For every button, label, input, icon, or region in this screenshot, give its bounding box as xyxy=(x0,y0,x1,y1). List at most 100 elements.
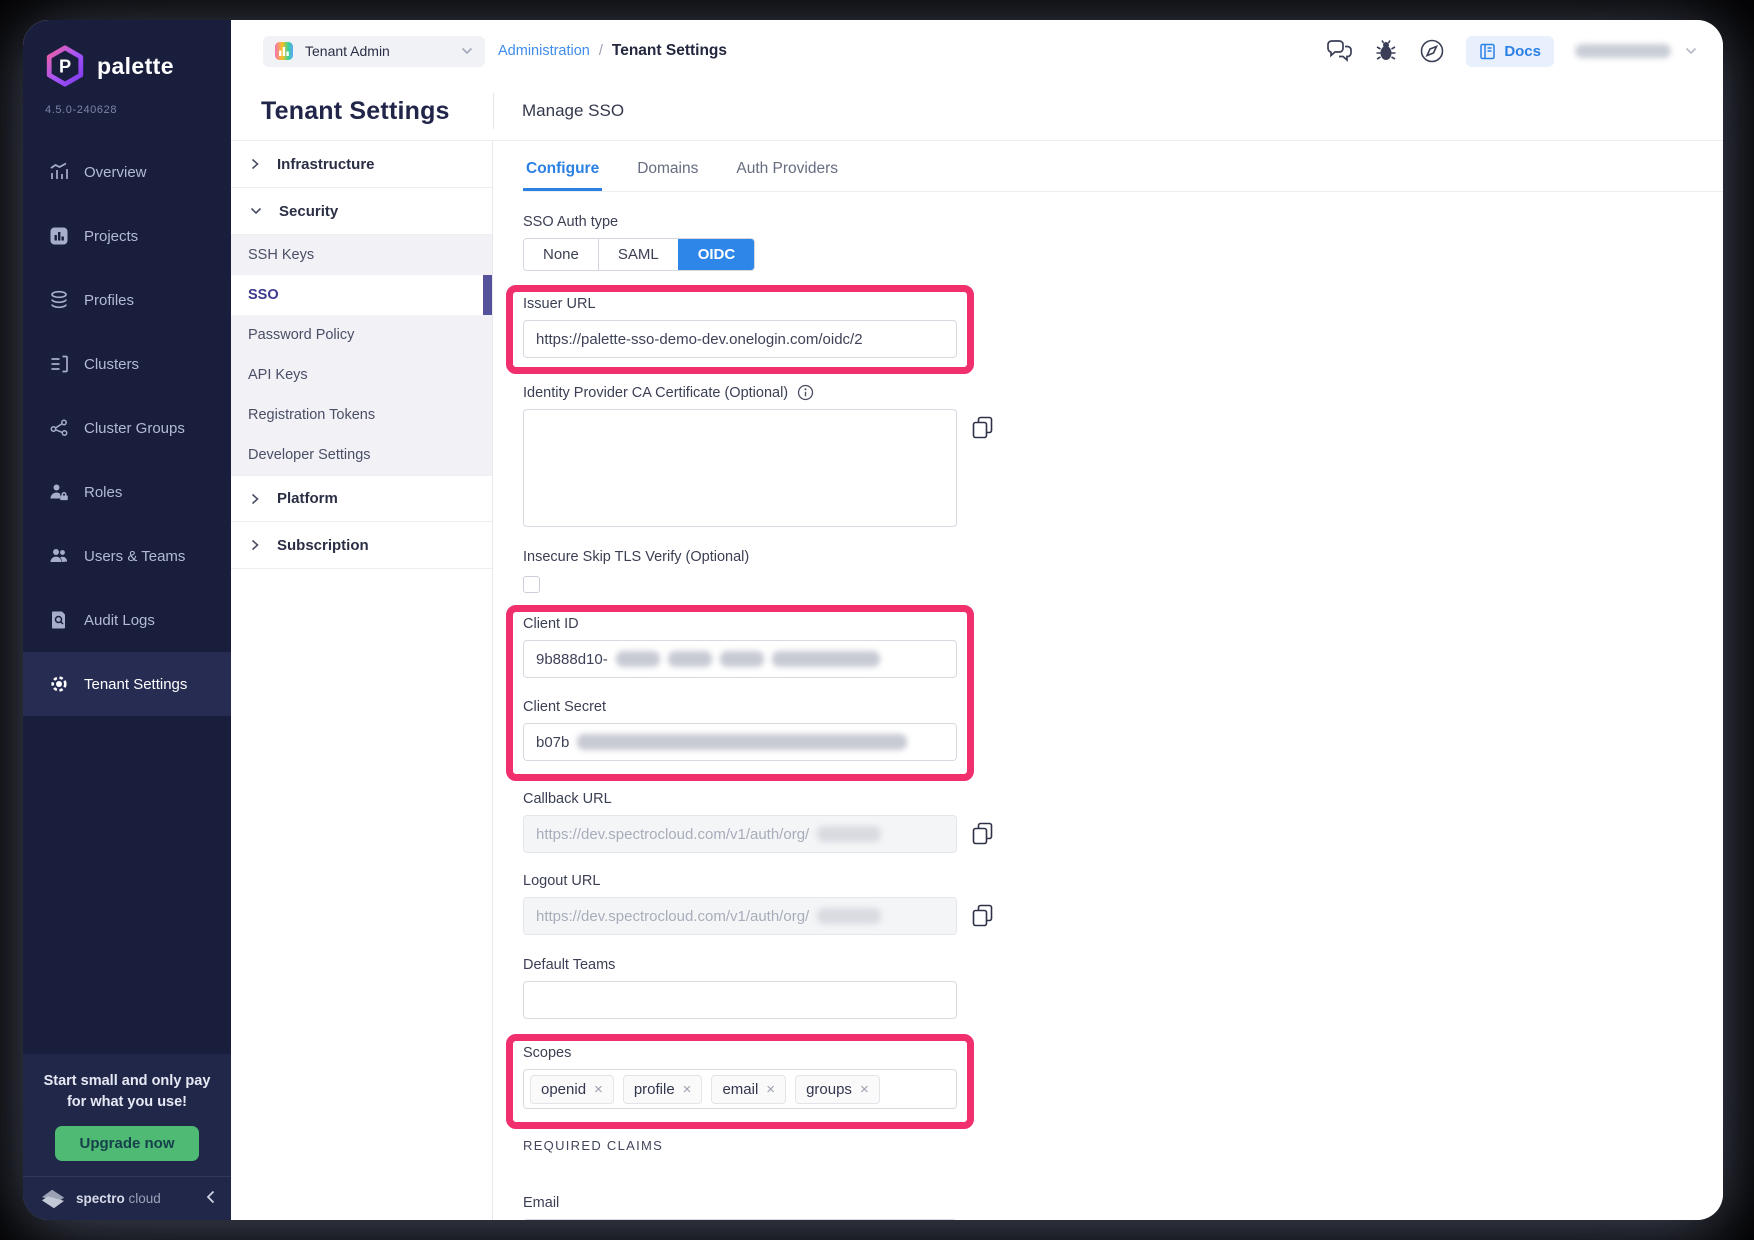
breadcrumb: Administration / Tenant Settings xyxy=(498,42,727,60)
sidebar-item-clusters[interactable]: Clusters xyxy=(23,332,231,396)
user-menu[interactable] xyxy=(1575,44,1697,58)
upgrade-now-button[interactable]: Upgrade now xyxy=(55,1126,198,1161)
breadcrumb-separator: / xyxy=(599,43,603,59)
nav-item-label: Password Policy xyxy=(248,327,354,343)
nav-item-password-policy[interactable]: Password Policy xyxy=(231,315,492,355)
nav-group-platform[interactable]: Platform xyxy=(231,475,492,522)
brand-name: palette xyxy=(97,53,174,80)
sidebar-item-profiles[interactable]: Profiles xyxy=(23,268,231,332)
client-id-label: Client ID xyxy=(523,616,957,632)
sidebar-item-overview[interactable]: Overview xyxy=(23,140,231,204)
nav-group-infrastructure[interactable]: Infrastructure xyxy=(231,141,492,188)
scope-chip-label: groups xyxy=(806,1081,852,1098)
palette-hexagon-logo-icon: P xyxy=(43,44,87,88)
copy-icon[interactable] xyxy=(972,822,993,850)
annotation-highlight-issuer-url: Issuer URL xyxy=(506,285,974,374)
required-claims-heading: REQUIRED CLAIMS xyxy=(523,1138,1723,1153)
logout-url-label: Logout URL xyxy=(523,873,1723,889)
email-claim-input[interactable] xyxy=(523,1219,957,1220)
tab-configure[interactable]: Configure xyxy=(523,160,602,191)
sidebar-item-label: Clusters xyxy=(84,356,139,373)
scope-chip: profile × xyxy=(623,1075,703,1104)
scope-chip-label: email xyxy=(722,1081,758,1098)
info-icon[interactable] xyxy=(797,384,814,401)
skip-tls-checkbox[interactable] xyxy=(523,576,540,593)
client-id-input[interactable]: 9b888d10- xyxy=(523,640,957,678)
nav-item-ssh-keys[interactable]: SSH Keys xyxy=(231,235,492,275)
nav-item-developer-settings[interactable]: Developer Settings xyxy=(231,435,492,475)
nav-item-label: API Keys xyxy=(248,367,308,383)
compass-help-icon[interactable] xyxy=(1419,38,1445,64)
gear-icon xyxy=(49,674,69,694)
breadcrumb-current: Tenant Settings xyxy=(612,42,727,60)
tenant-admin-icon xyxy=(275,42,293,60)
scope-chip: openid× xyxy=(530,1075,614,1104)
scope-chip: groups × xyxy=(795,1075,880,1104)
issuer-url-input[interactable] xyxy=(523,320,957,358)
audit-logs-icon xyxy=(49,610,69,630)
promo-text-line2: for what you use! xyxy=(37,1092,217,1113)
topbar-actions: Docs xyxy=(1326,36,1697,67)
palette-logo: P palette xyxy=(23,20,231,88)
sidebar-item-users-teams[interactable]: Users & Teams xyxy=(23,524,231,588)
tenant-selector-label: Tenant Admin xyxy=(305,43,390,59)
brand-primary: spectro xyxy=(76,1191,125,1206)
remove-scope-icon[interactable]: × xyxy=(594,1081,603,1098)
client-secret-input[interactable]: b07b xyxy=(523,723,957,761)
copy-icon[interactable] xyxy=(972,904,993,932)
version-label: 4.5.0-240628 xyxy=(23,88,231,116)
nav-item-sso[interactable]: SSO xyxy=(231,275,492,315)
chevron-right-icon xyxy=(250,493,260,505)
screenshot-canvas: { "sidebar": { "brand": "palette", "vers… xyxy=(0,0,1754,1240)
nav-item-api-keys[interactable]: API Keys xyxy=(231,355,492,395)
upgrade-promo: Start small and only pay for what you us… xyxy=(23,1054,231,1176)
redacted-value xyxy=(668,651,712,667)
remove-scope-icon[interactable]: × xyxy=(683,1081,692,1098)
chevron-down-icon xyxy=(461,42,473,60)
scope-chip-label: profile xyxy=(634,1081,675,1098)
tab-domains[interactable]: Domains xyxy=(634,160,701,191)
default-teams-group: Default Teams xyxy=(523,957,1723,1019)
nav-group-subscription[interactable]: Subscription xyxy=(231,522,492,569)
auth-option-saml[interactable]: SAML xyxy=(598,239,678,270)
nav-group-label: Infrastructure xyxy=(277,156,375,173)
nav-group-label: Platform xyxy=(277,490,338,507)
auth-option-none[interactable]: None xyxy=(524,239,598,270)
tenant-scope-selector[interactable]: Tenant Admin xyxy=(263,36,485,67)
copy-icon[interactable] xyxy=(972,416,993,444)
tab-auth-providers[interactable]: Auth Providers xyxy=(733,160,841,191)
auth-option-oidc[interactable]: OIDC xyxy=(678,239,755,270)
sidebar-item-label: Users & Teams xyxy=(84,548,185,565)
content-area: Infrastructure Security SSH Keys SSO Pas… xyxy=(231,140,1723,1220)
annotation-highlight-scopes: Scopes openid× profile× email× groups× xyxy=(506,1034,974,1129)
nav-group-security[interactable]: Security xyxy=(231,188,492,235)
user-name-redacted xyxy=(1575,44,1671,58)
remove-scope-icon[interactable]: × xyxy=(860,1081,869,1098)
ca-certificate-textarea[interactable] xyxy=(523,409,957,527)
sso-config-panel: Configure Domains Auth Providers SSO Aut… xyxy=(493,141,1723,1220)
default-teams-input[interactable] xyxy=(523,981,957,1019)
client-secret-label: Client Secret xyxy=(523,699,957,715)
chevron-right-icon xyxy=(250,539,260,551)
sidebar-item-projects[interactable]: Projects xyxy=(23,204,231,268)
sidebar-item-tenant-settings[interactable]: Tenant Settings xyxy=(23,652,231,716)
feedback-chat-icon[interactable] xyxy=(1326,39,1353,63)
logout-url-group: Logout URL https://dev.spectrocloud.com/… xyxy=(523,873,1723,935)
clusters-icon xyxy=(49,354,69,374)
bug-report-icon[interactable] xyxy=(1374,39,1398,63)
sidebar-item-audit-logs[interactable]: Audit Logs xyxy=(23,588,231,652)
docs-button[interactable]: Docs xyxy=(1466,36,1554,67)
main-panel: Tenant Admin Administration / Tenant Set… xyxy=(231,20,1723,1220)
roles-icon xyxy=(49,482,69,502)
sidebar-item-cluster-groups[interactable]: Cluster Groups xyxy=(23,396,231,460)
breadcrumb-administration-link[interactable]: Administration xyxy=(498,43,590,59)
scopes-input[interactable]: openid× profile × email × groups × xyxy=(523,1069,957,1109)
chevron-right-icon xyxy=(250,158,260,170)
client-secret-visible-value: b07b xyxy=(536,734,569,751)
settings-nav: Infrastructure Security SSH Keys SSO Pas… xyxy=(231,141,493,1220)
ca-certificate-label: Identity Provider CA Certificate (Option… xyxy=(523,385,788,401)
sidebar-item-roles[interactable]: Roles xyxy=(23,460,231,524)
nav-item-registration-tokens[interactable]: Registration Tokens xyxy=(231,395,492,435)
collapse-sidebar-icon[interactable] xyxy=(206,1189,215,1209)
remove-scope-icon[interactable]: × xyxy=(766,1081,775,1098)
